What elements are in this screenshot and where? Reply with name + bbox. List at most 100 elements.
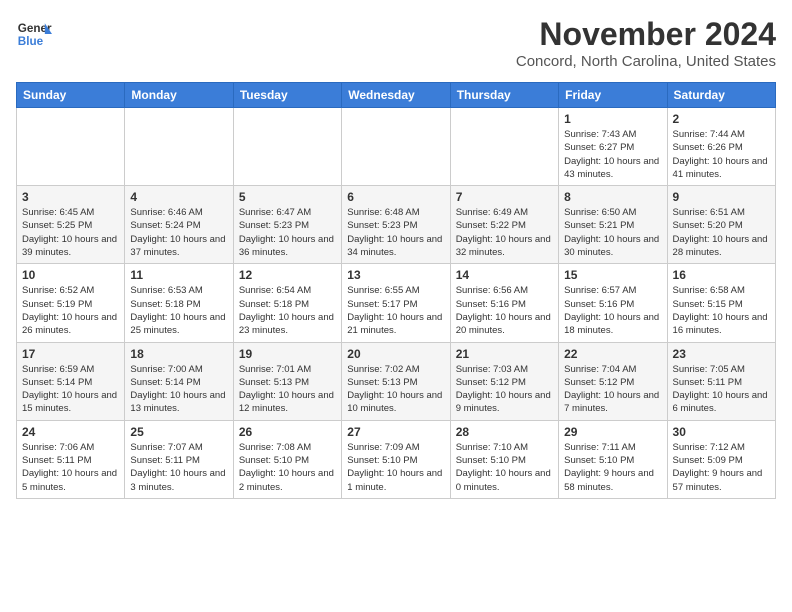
day-number: 14 xyxy=(456,268,553,282)
day-cell: 5Sunrise: 6:47 AM Sunset: 5:23 PM Daylig… xyxy=(233,186,341,264)
calendar: SundayMondayTuesdayWednesdayThursdayFrid… xyxy=(16,82,776,499)
day-number: 24 xyxy=(22,425,119,439)
day-cell: 9 Sunrise: 6:51 AM Sunset: 5:20 PM Daylig… xyxy=(667,186,775,264)
day-cell: 20 Sunrise: 7:02 AM Sunset: 5:13 PM Dayli… xyxy=(342,342,450,420)
day-cell: 24 Sunrise: 7:06 AM Sunset: 5:11 PM Dayli… xyxy=(17,420,125,498)
day-header-friday: Friday xyxy=(559,83,667,108)
day-info: Sunrise: 6:52 AM Sunset: 5:19 PM Dayligh… xyxy=(22,284,119,337)
day-info: Sunrise: 7:01 AM Sunset: 5:13 PM Dayligh… xyxy=(239,363,336,416)
day-info: Sunrise: 7:02 AM Sunset: 5:13 PM Dayligh… xyxy=(347,363,444,416)
day-cell xyxy=(17,108,125,186)
header: General Blue November 2024 Concord, Nort… xyxy=(16,16,776,70)
week-row-1: 1 Sunrise: 7:43 AM Sunset: 6:27 PM Daylig… xyxy=(17,108,776,186)
day-number: 8 xyxy=(564,190,661,204)
day-number: 29 xyxy=(564,425,661,439)
day-cell xyxy=(342,108,450,186)
day-info: Sunrise: 7:10 AM Sunset: 5:10 PM Dayligh… xyxy=(456,441,553,494)
week-row-3: 10 Sunrise: 6:52 AM Sunset: 5:19 PM Dayli… xyxy=(17,264,776,342)
day-header-saturday: Saturday xyxy=(667,83,775,108)
day-cell: 6 Sunrise: 6:48 AM Sunset: 5:23 PM Daylig… xyxy=(342,186,450,264)
day-number: 21 xyxy=(456,347,553,361)
week-row-4: 17 Sunrise: 6:59 AM Sunset: 5:14 PM Dayli… xyxy=(17,342,776,420)
day-info: Sunrise: 6:51 AM Sunset: 5:20 PM Dayligh… xyxy=(673,206,770,259)
day-cell: 2 Sunrise: 7:44 AM Sunset: 6:26 PM Daylig… xyxy=(667,108,775,186)
day-info: Sunrise: 7:05 AM Sunset: 5:11 PM Dayligh… xyxy=(673,363,770,416)
day-cell: 25 Sunrise: 7:07 AM Sunset: 5:11 PM Dayli… xyxy=(125,420,233,498)
day-info: Sunrise: 7:09 AM Sunset: 5:10 PM Dayligh… xyxy=(347,441,444,494)
day-cell: 7 Sunrise: 6:49 AM Sunset: 5:22 PM Daylig… xyxy=(450,186,558,264)
day-number: 25 xyxy=(130,425,227,439)
day-header-monday: Monday xyxy=(125,83,233,108)
location-title: Concord, North Carolina, United States xyxy=(516,53,776,70)
day-info: Sunrise: 6:56 AM Sunset: 5:16 PM Dayligh… xyxy=(456,284,553,337)
day-cell: 16 Sunrise: 6:58 AM Sunset: 5:15 PM Dayli… xyxy=(667,264,775,342)
day-number: 30 xyxy=(673,425,770,439)
day-number: 11 xyxy=(130,268,227,282)
day-info: Sunrise: 6:55 AM Sunset: 5:17 PM Dayligh… xyxy=(347,284,444,337)
day-number: 13 xyxy=(347,268,444,282)
day-cell: 8 Sunrise: 6:50 AM Sunset: 5:21 PM Daylig… xyxy=(559,186,667,264)
day-cell: 10 Sunrise: 6:52 AM Sunset: 5:19 PM Dayli… xyxy=(17,264,125,342)
day-number: 19 xyxy=(239,347,336,361)
day-info: Sunrise: 7:11 AM Sunset: 5:10 PM Dayligh… xyxy=(564,441,661,494)
day-cell: 4 Sunrise: 6:46 AM Sunset: 5:24 PM Daylig… xyxy=(125,186,233,264)
svg-text:Blue: Blue xyxy=(18,35,44,48)
day-info: Sunrise: 6:59 AM Sunset: 5:14 PM Dayligh… xyxy=(22,363,119,416)
day-info: Sunrise: 6:57 AM Sunset: 5:16 PM Dayligh… xyxy=(564,284,661,337)
day-number: 1 xyxy=(564,112,661,126)
day-number: 10 xyxy=(22,268,119,282)
day-cell xyxy=(233,108,341,186)
day-cell: 12Sunrise: 6:54 AM Sunset: 5:18 PM Dayli… xyxy=(233,264,341,342)
day-cell: 15Sunrise: 6:57 AM Sunset: 5:16 PM Dayli… xyxy=(559,264,667,342)
day-cell: 17 Sunrise: 6:59 AM Sunset: 5:14 PM Dayli… xyxy=(17,342,125,420)
logo-icon: General Blue xyxy=(16,16,52,52)
day-info: Sunrise: 7:44 AM Sunset: 6:26 PM Dayligh… xyxy=(673,128,770,181)
day-number: 26 xyxy=(239,425,336,439)
day-number: 4 xyxy=(130,190,227,204)
week-row-2: 3 Sunrise: 6:45 AM Sunset: 5:25 PM Daylig… xyxy=(17,186,776,264)
day-cell: 28 Sunrise: 7:10 AM Sunset: 5:10 PM Dayli… xyxy=(450,420,558,498)
day-info: Sunrise: 6:49 AM Sunset: 5:22 PM Dayligh… xyxy=(456,206,553,259)
day-number: 7 xyxy=(456,190,553,204)
day-cell: 3 Sunrise: 6:45 AM Sunset: 5:25 PM Daylig… xyxy=(17,186,125,264)
day-info: Sunrise: 6:54 AM Sunset: 5:18 PM Dayligh… xyxy=(239,284,336,337)
day-cell: 22 Sunrise: 7:04 AM Sunset: 5:12 PM Dayli… xyxy=(559,342,667,420)
day-info: Sunrise: 6:48 AM Sunset: 5:23 PM Dayligh… xyxy=(347,206,444,259)
day-number: 20 xyxy=(347,347,444,361)
day-number: 17 xyxy=(22,347,119,361)
day-number: 27 xyxy=(347,425,444,439)
day-cell: 11Sunrise: 6:53 AM Sunset: 5:18 PM Dayli… xyxy=(125,264,233,342)
day-number: 23 xyxy=(673,347,770,361)
day-cell: 30 Sunrise: 7:12 AM Sunset: 5:09 PM Dayli… xyxy=(667,420,775,498)
day-number: 22 xyxy=(564,347,661,361)
day-info: Sunrise: 7:07 AM Sunset: 5:11 PM Dayligh… xyxy=(130,441,227,494)
day-header-thursday: Thursday xyxy=(450,83,558,108)
day-number: 2 xyxy=(673,112,770,126)
day-number: 6 xyxy=(347,190,444,204)
day-info: Sunrise: 7:06 AM Sunset: 5:11 PM Dayligh… xyxy=(22,441,119,494)
day-number: 9 xyxy=(673,190,770,204)
logo: General Blue xyxy=(16,16,52,52)
day-info: Sunrise: 7:12 AM Sunset: 5:09 PM Dayligh… xyxy=(673,441,770,494)
week-row-5: 24 Sunrise: 7:06 AM Sunset: 5:11 PM Dayli… xyxy=(17,420,776,498)
day-info: Sunrise: 7:43 AM Sunset: 6:27 PM Dayligh… xyxy=(564,128,661,181)
day-cell: 1 Sunrise: 7:43 AM Sunset: 6:27 PM Daylig… xyxy=(559,108,667,186)
day-cell: 29 Sunrise: 7:11 AM Sunset: 5:10 PM Dayli… xyxy=(559,420,667,498)
day-cell: 27 Sunrise: 7:09 AM Sunset: 5:10 PM Dayli… xyxy=(342,420,450,498)
day-header-wednesday: Wednesday xyxy=(342,83,450,108)
title-area: November 2024 Concord, North Carolina, U… xyxy=(516,16,776,70)
day-cell: 21Sunrise: 7:03 AM Sunset: 5:12 PM Dayli… xyxy=(450,342,558,420)
day-cell: 14 Sunrise: 6:56 AM Sunset: 5:16 PM Dayli… xyxy=(450,264,558,342)
day-cell: 26Sunrise: 7:08 AM Sunset: 5:10 PM Dayli… xyxy=(233,420,341,498)
day-number: 3 xyxy=(22,190,119,204)
day-number: 28 xyxy=(456,425,553,439)
day-info: Sunrise: 6:45 AM Sunset: 5:25 PM Dayligh… xyxy=(22,206,119,259)
day-number: 16 xyxy=(673,268,770,282)
day-cell: 13 Sunrise: 6:55 AM Sunset: 5:17 PM Dayli… xyxy=(342,264,450,342)
day-info: Sunrise: 7:04 AM Sunset: 5:12 PM Dayligh… xyxy=(564,363,661,416)
day-number: 18 xyxy=(130,347,227,361)
day-info: Sunrise: 6:46 AM Sunset: 5:24 PM Dayligh… xyxy=(130,206,227,259)
day-info: Sunrise: 6:47 AM Sunset: 5:23 PM Dayligh… xyxy=(239,206,336,259)
day-info: Sunrise: 6:58 AM Sunset: 5:15 PM Dayligh… xyxy=(673,284,770,337)
day-info: Sunrise: 6:50 AM Sunset: 5:21 PM Dayligh… xyxy=(564,206,661,259)
